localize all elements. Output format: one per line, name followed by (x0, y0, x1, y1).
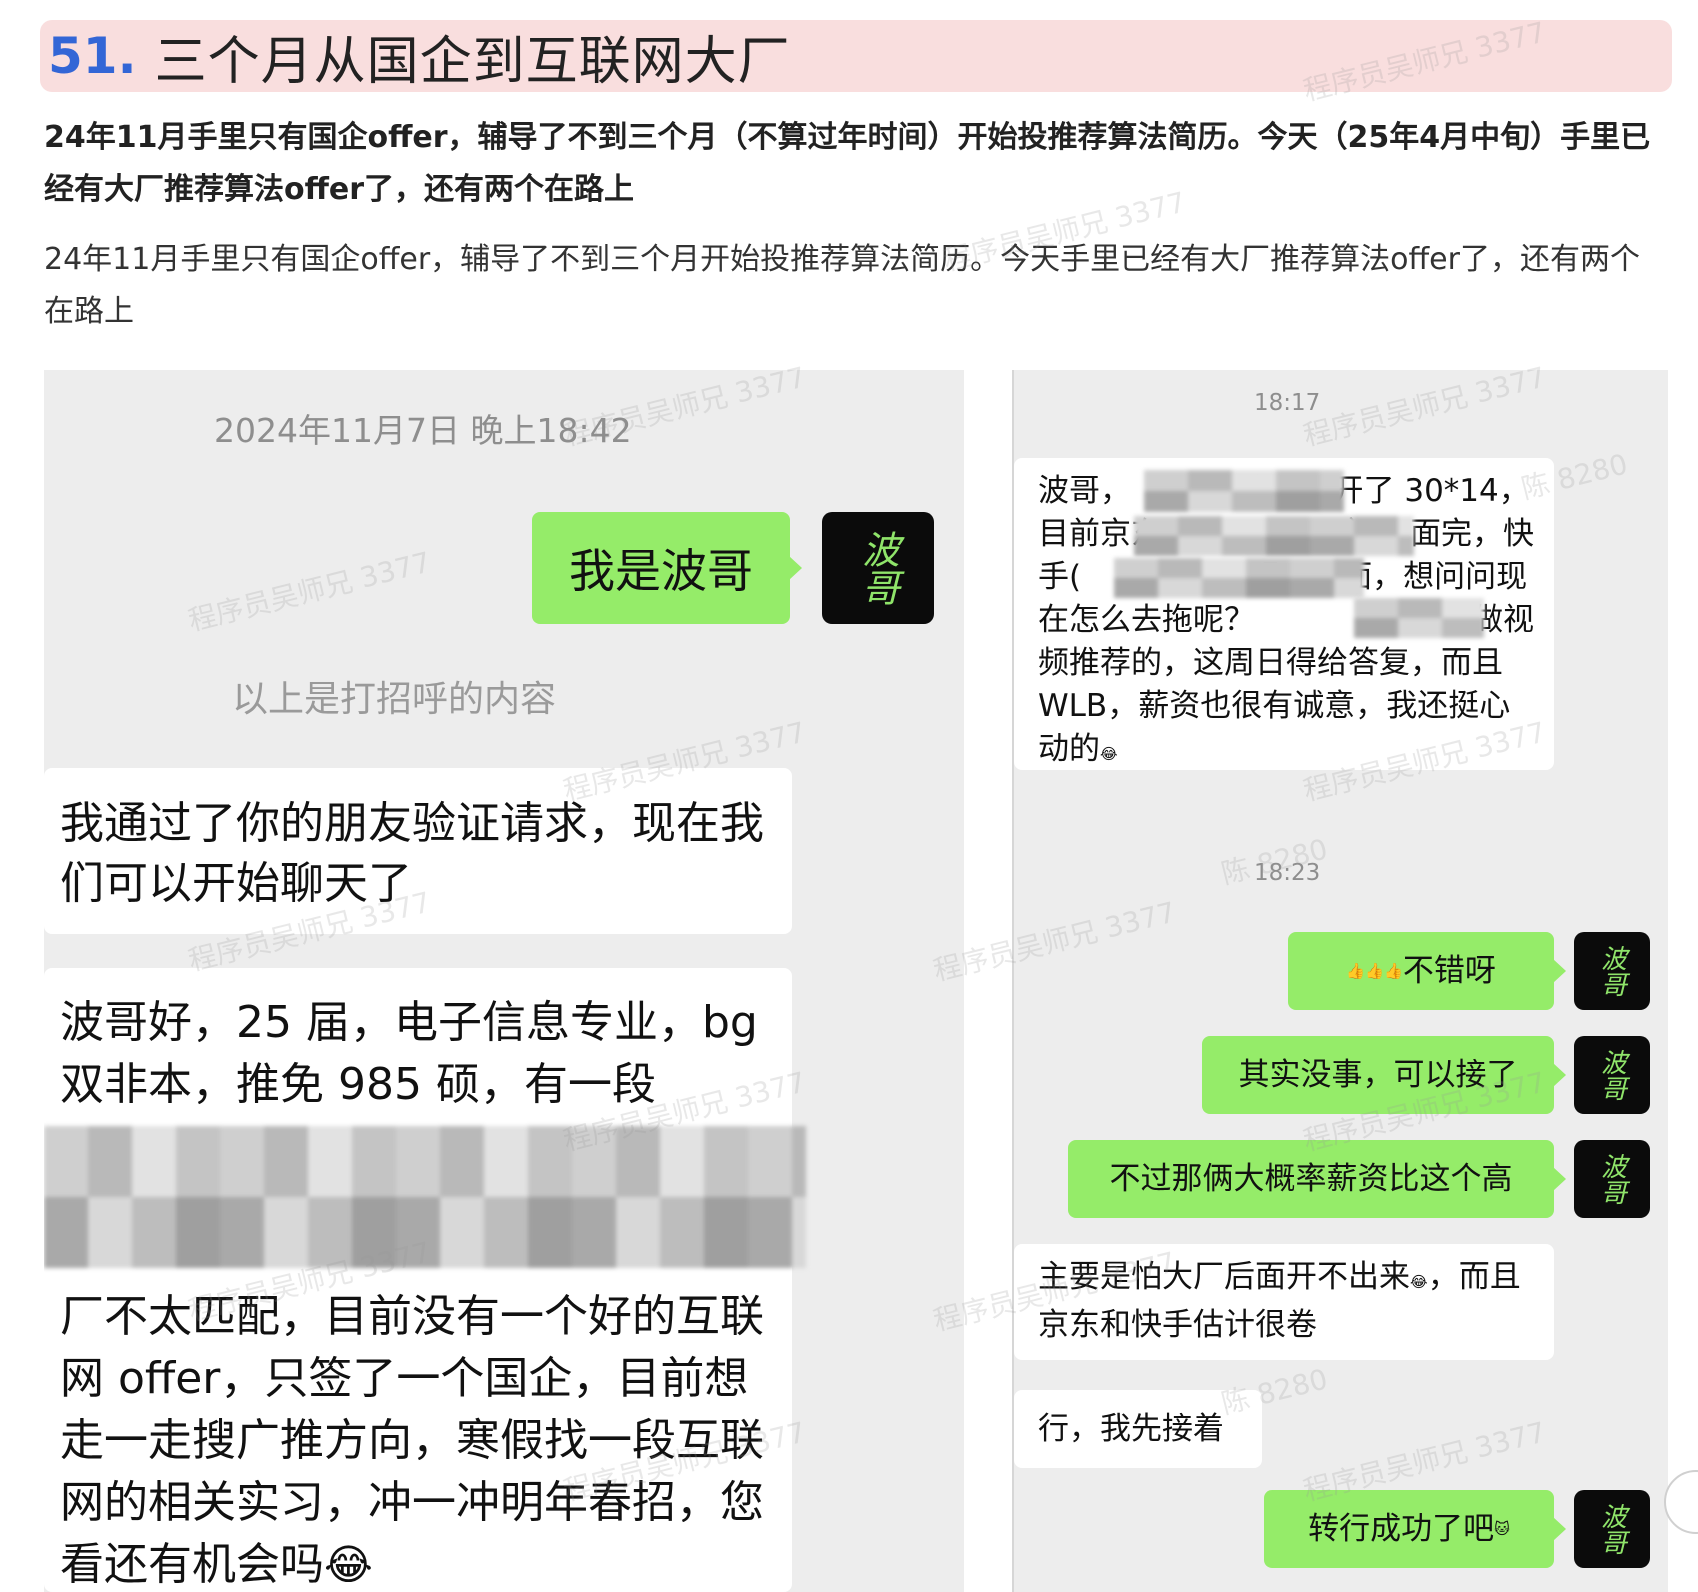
summary-plain-text: 24年11月手里只有国企offer，辅导了不到三个月开始投推荐算法简历。今天手里… (44, 242, 1640, 329)
avatar: 波哥 (1574, 1036, 1650, 1114)
reply-bubble-4: 转行成功了吧 🐱 (1264, 1490, 1566, 1568)
intro-message-bubble: 波哥好，25 届，电子信息专业，bg 双非本，推免 985 硕，有一段 厂不太匹… (44, 968, 792, 1592)
laughing-tears-icon: 😂 (324, 1540, 373, 1589)
reply-3-text: 不过那俩大概率薪资比这个高 (1109, 1160, 1513, 1197)
reply-bubble-1: 👍👍👍 不错呀 (1288, 932, 1566, 1010)
avatar-text: 波哥 (1596, 1049, 1627, 1101)
section-title-bar: 51. 三个月从国企到互联网大厂 (40, 20, 1672, 92)
redacted-blur-3 (1114, 558, 1364, 598)
avatar-text: 波哥 (855, 530, 900, 606)
summary-bold-text: 24年11月手里只有国企offer，辅导了不到三个月（不算过年时间）开始投推荐算… (44, 120, 1651, 207)
incoming-message-bubble-2: 主要是怕大厂后面开不出来😂，而且京东和快手估计很卷 (1014, 1244, 1554, 1360)
reply-4-text: 转行成功了吧 (1308, 1510, 1495, 1547)
self-message-bubble: 我是波哥 (532, 512, 802, 624)
thumbs-up-icon: 👍👍👍 (1346, 961, 1403, 980)
avatar: 波哥 (822, 512, 934, 624)
incoming-message-2-text-a: 主要是怕大厂后面开不出来 (1038, 1259, 1410, 1295)
redacted-blur-1 (1144, 470, 1344, 512)
section-title: 三个月从国企到互联网大厂 (154, 31, 791, 92)
reply-1-text: 不错呀 (1402, 952, 1496, 989)
system-message-bubble: 我通过了你的朋友验证请求，现在我们可以开始聊天了 (44, 768, 792, 934)
redacted-blur-2 (1134, 516, 1414, 556)
cat-face-icon: 🐱 (1494, 1519, 1510, 1538)
avatar-text: 波哥 (1596, 1153, 1627, 1205)
reply-2-text: 其实没事，可以接了 (1238, 1056, 1518, 1093)
avatar-text: 波哥 (1596, 1503, 1627, 1555)
intro-message-top: 波哥好，25 届，电子信息专业，bg 双非本，推免 985 硕，有一段 (60, 997, 758, 1110)
incoming-message-bubble-3: 行，我先接着 (1014, 1390, 1262, 1468)
left-chat-timestamp: 2024年11月7日 晚上18:42 (214, 411, 632, 450)
avatar: 波哥 (1574, 932, 1650, 1010)
right-chat-timestamp-1: 18:17 (1254, 390, 1321, 416)
reply-bubble-3: 不过那俩大概率薪资比这个高 (1068, 1140, 1566, 1218)
section-number: 51. (48, 27, 137, 85)
intro-message-bottom: 厂不太匹配，目前没有一个好的互联网 offer，只签了一个国企，目前想走一走搜广… (60, 1291, 764, 1590)
left-chat-screenshot: 2024年11月7日 晚上18:42 我是波哥 波哥 以上是打招呼的内容 我通过… (44, 370, 964, 1592)
avatar-text: 波哥 (1596, 945, 1627, 997)
scroll-handle[interactable] (1664, 1470, 1698, 1534)
greeting-note: 以上是打招呼的内容 (232, 679, 557, 720)
laughing-tears-icon: 😂 (1100, 745, 1118, 763)
redacted-blur-4 (1354, 598, 1484, 638)
avatar: 波哥 (1574, 1140, 1650, 1218)
avatar: 波哥 (1574, 1490, 1650, 1568)
right-chat-timestamp-2: 18:23 (1254, 860, 1321, 886)
right-chat-screenshot: 18:17 波哥， 这边给开了 30*14，目前京东 ）一面完，快手( )明天三… (1012, 370, 1668, 1592)
laughing-tears-icon: 😂 (1410, 1273, 1428, 1291)
reply-bubble-2: 其实没事，可以接了 (1202, 1036, 1566, 1114)
incoming-message-3-text: 行，我先接着 (1038, 1410, 1224, 1447)
self-message-text: 我是波哥 (569, 544, 753, 598)
redacted-blur (44, 1126, 806, 1268)
system-message-text: 我通过了你的朋友验证请求，现在我们可以开始聊天了 (60, 798, 764, 909)
